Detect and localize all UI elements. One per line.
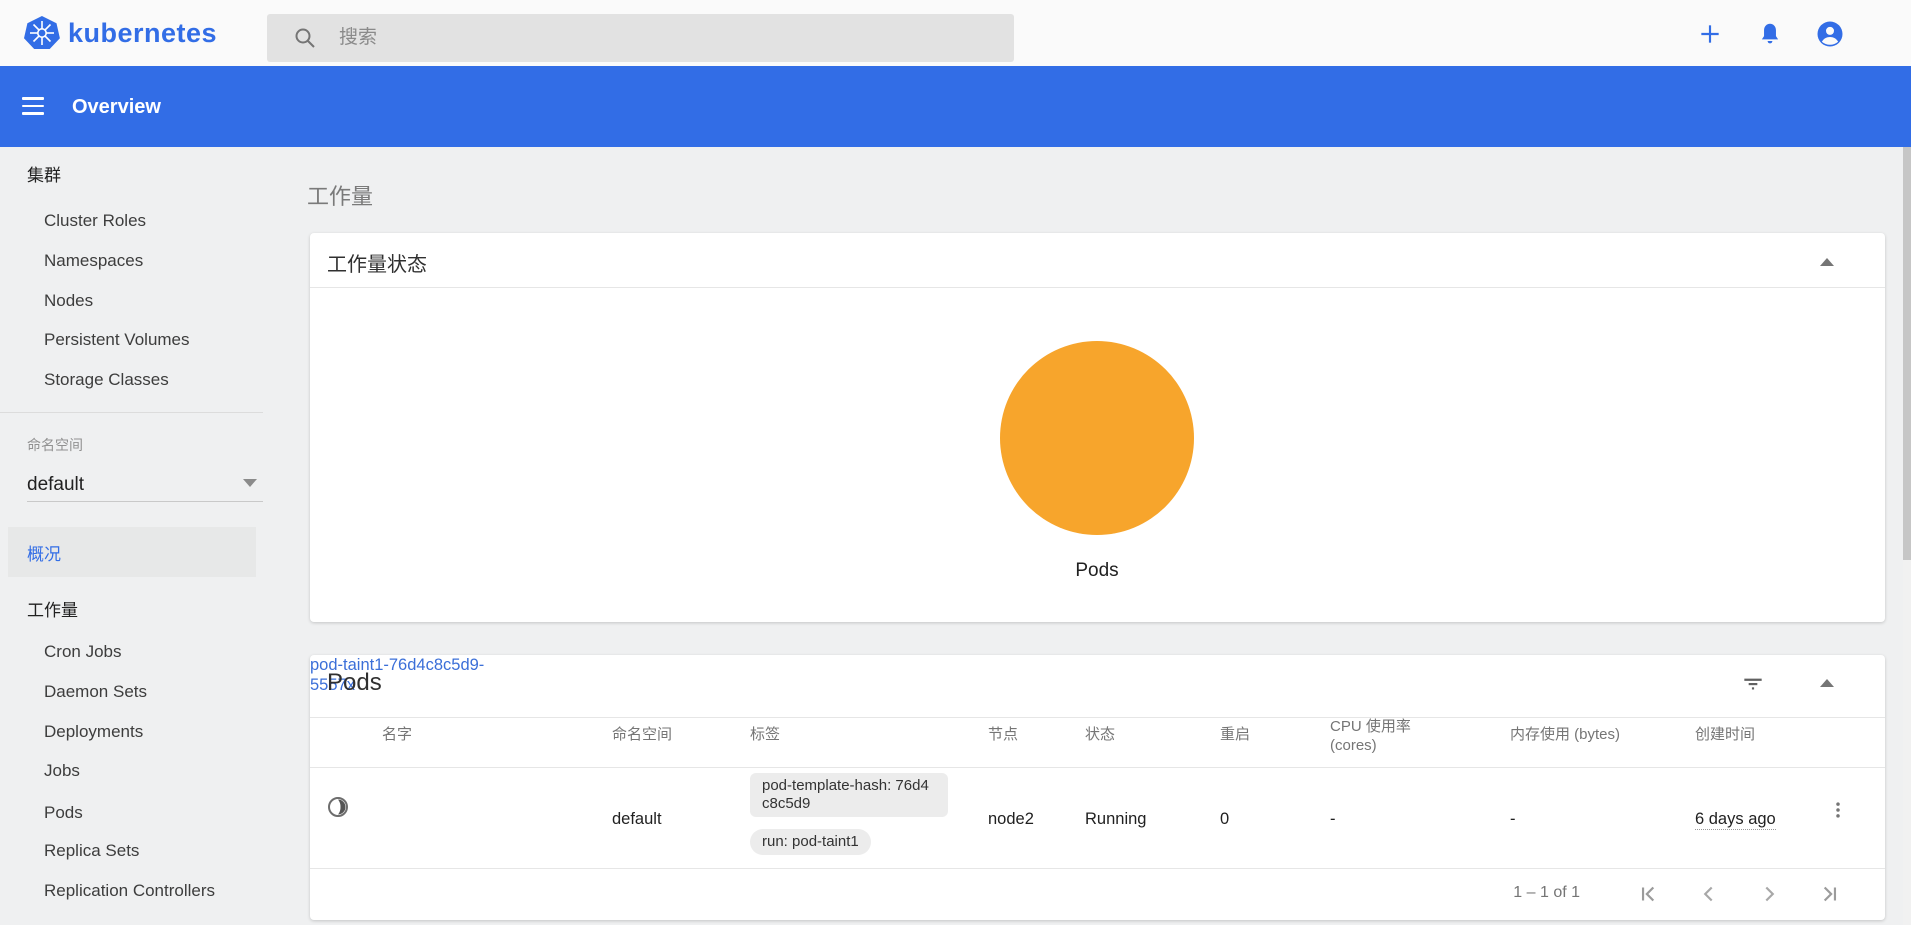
cell-namespace: default: [612, 810, 662, 829]
column-header-memory[interactable]: 内存使用 (bytes): [1510, 725, 1620, 744]
search-bar[interactable]: [267, 14, 1014, 62]
pods-pie-chart-label: Pods: [1000, 560, 1194, 582]
sidebar-item-pods[interactable]: Pods: [44, 803, 83, 823]
chevron-up-icon: [1820, 258, 1834, 266]
collapse-card-button[interactable]: [1815, 671, 1839, 695]
create-resource-button[interactable]: [1695, 19, 1725, 49]
sidebar-section-cluster: 集群: [27, 161, 61, 186]
previous-page-button[interactable]: [1696, 881, 1722, 907]
label-chip[interactable]: pod-template-hash: 76d4c8c5d9: [750, 773, 948, 817]
cell-memory: -: [1510, 810, 1516, 829]
sidebar-item-jobs[interactable]: Jobs: [44, 761, 80, 781]
sidebar-item-daemon-sets[interactable]: Daemon Sets: [44, 682, 147, 702]
label-chip[interactable]: run: pod-taint1: [750, 829, 871, 855]
toolbar: Overview: [0, 66, 1911, 147]
cell-status: Running: [1085, 810, 1146, 829]
first-page-button[interactable]: [1636, 881, 1662, 907]
user-menu-button[interactable]: [1815, 19, 1845, 49]
namespace-select[interactable]: default: [27, 474, 263, 501]
sidebar-item-deployments[interactable]: Deployments: [44, 722, 143, 742]
pod-status-icon: [326, 795, 350, 819]
column-header-namespace[interactable]: 命名空间: [612, 725, 672, 744]
bell-icon: [1757, 21, 1783, 47]
column-header-labels[interactable]: 标签: [750, 725, 780, 744]
namespace-label: 命名空间: [27, 435, 83, 455]
sidebar-item-cluster-roles[interactable]: Cluster Roles: [44, 211, 146, 231]
cell-node: node2: [988, 810, 1034, 829]
sidebar-item-overview-label: 概况: [27, 540, 61, 565]
search-icon: [293, 26, 317, 50]
table-header-divider: [310, 767, 1885, 768]
next-page-button[interactable]: [1756, 881, 1782, 907]
sidebar-item-overview-selected[interactable]: 概况: [8, 527, 256, 577]
sidebar-item-persistent-volumes[interactable]: Persistent Volumes: [44, 330, 190, 350]
column-header-status[interactable]: 状态: [1085, 725, 1115, 744]
kubernetes-logo[interactable]: kubernetes: [24, 14, 217, 52]
sidebar-section-workloads: 工作量: [27, 596, 78, 621]
last-page-button[interactable]: [1816, 881, 1842, 907]
sidebar-item-nodes[interactable]: Nodes: [44, 291, 93, 311]
column-header-name[interactable]: 名字: [382, 725, 412, 744]
page-title: 工作量: [307, 179, 373, 211]
menu-button[interactable]: [22, 97, 44, 115]
row-divider: [310, 868, 1885, 869]
workload-status-card-title: 工作量状态: [327, 248, 427, 277]
column-header-node[interactable]: 节点: [988, 725, 1018, 744]
last-page-icon: [1816, 881, 1842, 907]
first-page-icon: [1636, 881, 1662, 907]
table-row: pod-taint1-76d4c8c5d9-5557x default pod-…: [310, 655, 1885, 695]
row-actions-button[interactable]: [1826, 798, 1850, 822]
column-header-cpu[interactable]: CPU 使用率 (cores): [1330, 717, 1450, 755]
plus-icon: [1697, 21, 1723, 47]
paginator-range: 1 – 1 of 1: [1450, 884, 1580, 902]
column-header-created[interactable]: 创建时间: [1695, 725, 1755, 744]
chevron-down-icon: [243, 479, 257, 487]
toolbar-title: Overview: [72, 96, 161, 119]
workload-status-card: 工作量状态 Pods: [310, 233, 1885, 622]
cell-restarts: 0: [1220, 810, 1229, 829]
pods-card: Pods 名字 命名空间 标签 节点 状态 重启 CPU 使用率 (cores)…: [310, 655, 1885, 920]
chevron-right-icon: [1756, 881, 1782, 907]
chevron-up-icon: [1820, 679, 1834, 687]
sidebar-item-namespaces[interactable]: Namespaces: [44, 251, 143, 271]
filter-button[interactable]: [1740, 670, 1766, 696]
sidebar-divider: [0, 412, 263, 413]
sidebar-item-storage-classes[interactable]: Storage Classes: [44, 370, 169, 390]
notifications-button[interactable]: [1755, 19, 1785, 49]
card-header-divider: [310, 717, 1885, 718]
namespace-select-underline: [27, 501, 263, 502]
cell-cpu: -: [1330, 810, 1336, 829]
scrollbar-thumb[interactable]: [1903, 147, 1911, 560]
kubernetes-helm-icon: [24, 15, 60, 51]
card-header-divider: [310, 287, 1885, 288]
column-header-restarts[interactable]: 重启: [1220, 725, 1250, 744]
chevron-left-icon: [1696, 881, 1722, 907]
cell-created: 6 days ago: [1695, 810, 1776, 830]
collapse-card-button[interactable]: [1815, 250, 1839, 274]
kebab-menu-icon: [1828, 800, 1848, 820]
app-header: kubernetes: [0, 0, 1911, 66]
sidebar-item-cron-jobs[interactable]: Cron Jobs: [44, 642, 121, 662]
filter-icon: [1740, 670, 1766, 696]
account-circle-icon: [1815, 19, 1845, 49]
pods-card-title: Pods: [327, 669, 382, 697]
sidebar-item-replication-controllers[interactable]: Replication Controllers: [44, 881, 215, 901]
pods-pie-chart: [1000, 341, 1194, 535]
search-input[interactable]: [339, 27, 979, 49]
sidebar-item-replica-sets[interactable]: Replica Sets: [44, 841, 139, 861]
logo-text: kubernetes: [68, 18, 217, 49]
